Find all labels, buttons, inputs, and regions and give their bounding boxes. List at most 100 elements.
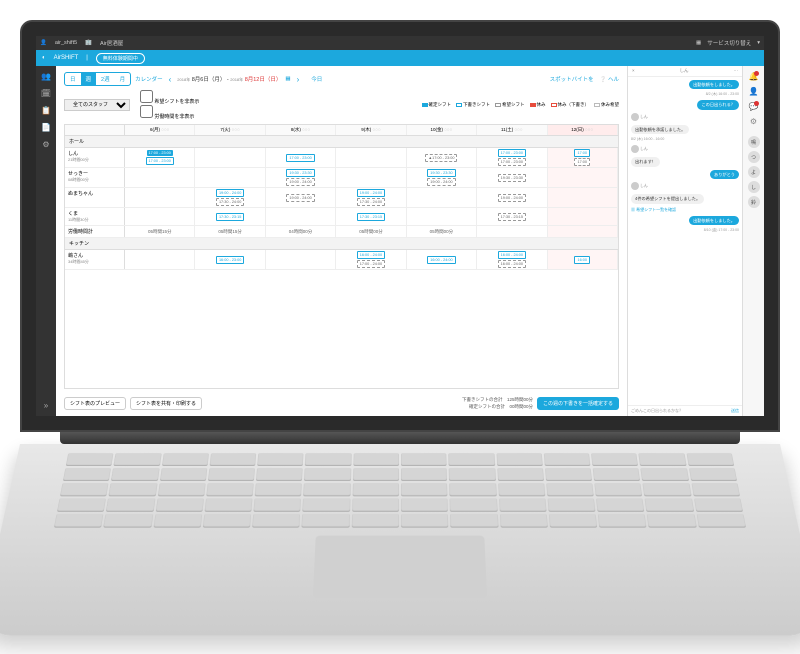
shift-cell[interactable]: 19:30 - 23:3019:00 - 24:00 xyxy=(407,168,477,187)
chat-link[interactable]: ▦ 希望シフト一覧を確認 xyxy=(631,207,739,213)
shift-block[interactable]: 19:00 - 24:00 xyxy=(357,189,385,197)
shift-block[interactable]: 17:00 - 24:00 xyxy=(357,260,385,268)
today-button[interactable]: 今日 xyxy=(311,75,322,83)
shift-block[interactable]: 17:30 - 23:15 xyxy=(216,213,244,221)
shift-cell[interactable] xyxy=(125,250,195,269)
shift-cell[interactable]: 17:00 - 23:00 xyxy=(266,148,336,167)
chat-menu-icon[interactable]: ⋯ xyxy=(733,68,738,74)
shift-block[interactable]: 17:00 - 23:00 xyxy=(498,149,526,157)
help-link[interactable]: ❔ ヘル xyxy=(600,75,619,83)
shift-cell[interactable] xyxy=(336,168,406,187)
settings-icon[interactable]: ⚙ xyxy=(750,117,757,126)
staff-name-cell[interactable]: くま11時間30分 xyxy=(65,208,125,225)
staff-avatar[interactable]: 鈴 xyxy=(748,196,760,208)
view-tab-日[interactable]: 日 xyxy=(65,73,81,85)
shift-block[interactable]: 16:00 - 24:00 xyxy=(498,251,526,259)
shift-block[interactable]: 19:30 - 23:30 xyxy=(286,169,314,177)
titlebar-dropdown-icon[interactable]: ▾ xyxy=(757,40,760,46)
calendar-link[interactable]: カレンダー xyxy=(135,75,163,83)
shift-cell[interactable]: 16:00 xyxy=(548,250,618,269)
nav-expand-icon[interactable]: » xyxy=(44,401,48,410)
shift-cell[interactable] xyxy=(407,188,477,207)
staff-filter-select[interactable]: 全てのスタッフ xyxy=(64,99,130,111)
chat-icon[interactable]: 💬 xyxy=(749,102,759,111)
share-button[interactable]: シフト表を共有・印刷する xyxy=(130,397,202,410)
shift-cell[interactable]: 16:00 - 23:00 xyxy=(195,250,265,269)
view-tab-2週[interactable]: 2週 xyxy=(96,73,115,85)
shift-cell[interactable]: 17:00 - 23:0017:00 - 23:00 xyxy=(477,148,547,167)
shift-block[interactable]: 19:00 - 24:00 xyxy=(427,178,455,186)
staff-name-cell[interactable]: 嶋さん34時間45分 xyxy=(65,250,125,269)
shift-cell[interactable] xyxy=(548,168,618,187)
shift-block[interactable]: 16:00 - 24:00 xyxy=(357,251,385,259)
confirm-all-button[interactable]: この週の下書きを一括確定する xyxy=(537,397,619,410)
staff-avatar[interactable]: つ xyxy=(748,151,760,163)
hide-hours-checkbox[interactable] xyxy=(140,105,153,118)
shift-block[interactable]: 17:00 - 23:00 xyxy=(146,157,174,165)
shift-block[interactable]: 17:00 xyxy=(574,158,590,166)
shift-block[interactable]: 19:00 - 24:00 xyxy=(216,189,244,197)
shift-block[interactable]: 17:30 - 23:15 xyxy=(357,213,385,221)
shift-cell[interactable] xyxy=(336,148,406,167)
shift-cell[interactable]: 05時間15分 xyxy=(125,226,195,237)
shift-block[interactable]: 16:00 xyxy=(574,256,590,264)
shift-cell[interactable]: 19:30 - 23:30 xyxy=(477,168,547,187)
staff-avatar[interactable]: よ xyxy=(748,166,760,178)
shift-cell[interactable]: 05時間00分 xyxy=(407,226,477,237)
shift-block[interactable]: 16:00 - 24:00 xyxy=(498,260,526,268)
shift-block[interactable]: 17:00 - 23:00 xyxy=(498,158,526,166)
shift-cell[interactable]: 17:30 - 23:15 xyxy=(195,208,265,225)
staff-avatar[interactable]: し xyxy=(748,181,760,193)
shift-cell[interactable]: 19:30 - 23:3019:00 - 24:00 xyxy=(266,168,336,187)
shift-cell[interactable]: 19:00 - 24:00 xyxy=(477,188,547,207)
shift-block[interactable]: 19:30 - 23:30 xyxy=(427,169,455,177)
shift-cell[interactable] xyxy=(125,168,195,187)
shift-cell[interactable]: ▲17:00 - 23:00 xyxy=(407,148,477,167)
shift-block[interactable]: 17:30 - 24:00 xyxy=(357,198,385,206)
staff-name-cell[interactable]: せっきー08時間00分 xyxy=(65,168,125,187)
spot-link[interactable]: スポットバイトを xyxy=(550,75,594,83)
staff-avatar[interactable]: 鳴 xyxy=(748,136,760,148)
shift-block[interactable]: 19:30 - 23:30 xyxy=(498,174,526,182)
staff-name-cell[interactable]: ぬまちゃん xyxy=(65,188,125,207)
shift-cell[interactable]: 17:00 - 23:0017:00 - 23:00 xyxy=(125,148,195,167)
shift-cell[interactable] xyxy=(125,188,195,207)
shift-cell[interactable] xyxy=(266,250,336,269)
shift-block[interactable]: 16:00 - 23:00 xyxy=(216,256,244,264)
shift-block[interactable]: ▲17:00 - 23:00 xyxy=(425,154,457,162)
shift-cell[interactable]: 19:00 - 24:0017:30 - 24:00 xyxy=(336,188,406,207)
shift-cell[interactable]: 17:0017:00 xyxy=(548,148,618,167)
service-switch-label[interactable]: サービス切り替え xyxy=(707,39,751,47)
chat-input[interactable]: ごめんこの日出られるかな？ xyxy=(631,408,683,414)
staff-name-cell[interactable]: しん21時間00分 xyxy=(65,148,125,167)
shift-block[interactable]: 19:00 - 24:00 xyxy=(286,178,314,186)
chat-close-icon[interactable]: × xyxy=(632,68,635,74)
nav-calendar-icon[interactable]: 🗓 xyxy=(41,89,51,98)
shift-cell[interactable]: 16:00 - 24:0016:00 - 24:00 xyxy=(477,250,547,269)
shift-cell[interactable] xyxy=(125,208,195,225)
shift-cell[interactable] xyxy=(548,208,618,225)
nav-clipboard-icon[interactable]: 📋 xyxy=(41,106,51,115)
view-tab-週[interactable]: 週 xyxy=(81,73,97,85)
shift-cell[interactable] xyxy=(548,188,618,207)
shift-cell[interactable] xyxy=(477,226,547,237)
chat-send-button[interactable]: 送信 xyxy=(731,408,739,414)
shift-cell[interactable]: 16:00 - 24:00 xyxy=(407,250,477,269)
bell-icon[interactable]: 🔔 xyxy=(749,72,759,81)
shift-cell[interactable]: 05時間00分 xyxy=(336,226,406,237)
shift-cell[interactable]: 19:00 - 24:00 xyxy=(266,188,336,207)
shift-cell[interactable]: 16:00 - 24:0017:00 - 24:00 xyxy=(336,250,406,269)
person-icon[interactable]: 👤 xyxy=(749,87,759,96)
nav-staff-icon[interactable]: 👥 xyxy=(41,72,51,81)
shift-cell[interactable] xyxy=(195,148,265,167)
shift-block[interactable]: 17:00 - 23:00 xyxy=(286,154,314,162)
prev-icon[interactable]: ‹ xyxy=(167,75,174,84)
shift-block[interactable]: 16:00 - 24:00 xyxy=(427,256,455,264)
nav-settings-icon[interactable]: ⚙ xyxy=(42,140,49,149)
staff-name-cell[interactable]: 労働時間計 xyxy=(65,226,125,237)
shift-cell[interactable]: 19:00 - 24:0017:30 - 24:00 xyxy=(195,188,265,207)
shift-cell[interactable] xyxy=(195,168,265,187)
shift-cell[interactable] xyxy=(266,208,336,225)
shift-block[interactable]: 17:30 - 23:15 xyxy=(498,213,526,221)
shift-cell[interactable]: 04時間00分 xyxy=(266,226,336,237)
